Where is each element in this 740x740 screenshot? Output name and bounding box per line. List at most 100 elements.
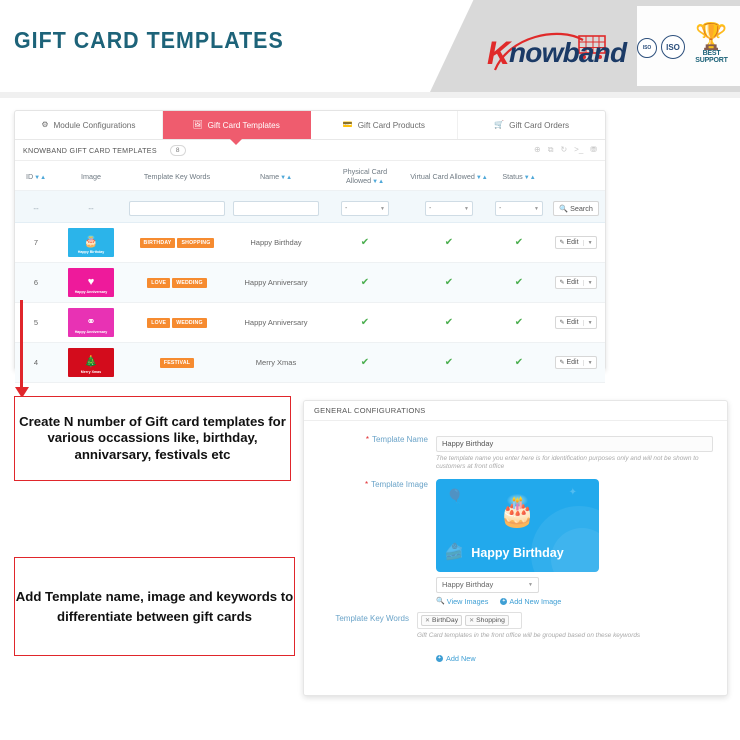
pencil-icon: ✎ [559,360,565,366]
field-template-keywords: Template Key Words ✕ BirthDay ✕ Shopping… [314,611,717,641]
template-image-select[interactable]: Happy Birthday ▼ [436,576,539,593]
certification-badges: ISO ISO 🏆 BEST SUPPORT [636,20,736,76]
chip-label: Shopping [476,616,505,624]
table-header-row: ID▼▲ Image Template Key Words Name▼▲ Phy… [15,161,605,191]
status-filter-select[interactable]: - ▼ [495,201,543,216]
plus-circle-icon: + [500,597,508,605]
add-new-image-link[interactable]: + Add New Image [500,597,561,606]
edit-button[interactable]: ✎ Edit ▼ [555,356,597,369]
template-keywords-label: Template Key Words [335,613,409,623]
virtual-filter-select[interactable]: - ▼ [425,201,473,216]
chevron-down-icon[interactable]: ▼ [582,319,593,326]
tab-module-configurations[interactable]: ⚙ Module Configurations [15,111,163,139]
add-icon[interactable]: ⊕ [534,146,541,154]
table-row[interactable]: 4 🎄 Merry Xmas FESTIVAL Merry Xmas ✔ ✔ ✔ [15,342,605,383]
keyword-tag: BIRTHDAY [139,238,176,248]
gear-icon: ⚙ [41,120,49,129]
config-card-body: *Template Name The template name you ent… [304,421,727,664]
christmas-tree-icon: 🎄 [84,356,98,368]
sort-icon: ▼▲ [523,174,536,181]
check-icon[interactable]: ✔ [361,277,369,288]
add-new-link[interactable]: + Add New [436,654,476,663]
best-support-label: BEST SUPPORT [695,50,728,64]
chevron-down-icon[interactable]: ▼ [582,239,593,246]
col-id[interactable]: ID▼▲ [15,161,57,191]
trophy-wreath-icon: 🏆 [695,21,728,51]
check-icon[interactable]: ✔ [515,237,523,248]
check-icon[interactable]: ✔ [445,277,453,288]
check-icon[interactable]: ✔ [445,317,453,328]
check-icon[interactable]: ✔ [515,317,523,328]
col-status[interactable]: Status▼▲ [491,161,547,191]
table-row[interactable]: 5 ⚭ Happy Anniversary LOVE WEDDING Happy … [15,302,605,343]
refresh-icon[interactable]: ↻ [560,146,567,154]
check-icon[interactable]: ✔ [361,357,369,368]
tab-label: Gift Card Products [357,120,426,130]
template-name-input[interactable] [436,435,713,452]
search-button[interactable]: 🔍 Search [553,200,599,216]
tab-gift-card-templates[interactable]: 🖼 Gift Card Templates [162,111,311,145]
cell-image: ♥ Happy Anniversary [57,262,125,303]
database-icon[interactable]: ⛃ [590,146,597,154]
iso-seal-1-icon: ISO [637,38,657,58]
keywords-filter-input[interactable] [129,201,225,216]
check-icon[interactable]: ✔ [361,317,369,328]
cell-actions: ✎ Edit ▼ [547,262,605,303]
physical-filter-select[interactable]: - ▼ [341,201,389,216]
console-icon[interactable]: >_ [574,146,583,154]
keyword-chip[interactable]: ✕ BirthDay [421,614,463,626]
page-title: GIFT CARD TEMPLATES [14,27,284,53]
logo-wordmark: nowband [509,37,627,68]
cell-id: 6 [15,262,57,303]
chevron-down-icon[interactable]: ▼ [582,279,593,286]
col-actions [547,161,605,191]
export-icon[interactable]: ⧉ [548,146,554,154]
table-row[interactable]: 6 ♥ Happy Anniversary LOVE WEDDING Happy … [15,262,605,303]
cell-status: ✔ [491,222,547,263]
tab-gift-card-products[interactable]: 💳 Gift Card Products [311,111,459,139]
gift-card-templates-card: ⚙ Module Configurations 🖼 Gift Card Temp… [14,110,606,383]
cell-virtual: ✔ [407,222,491,263]
cell-keywords: LOVE WEDDING [125,302,229,343]
search-button-label: Search [570,203,593,213]
view-images-link[interactable]: 🔍 View Images [436,597,488,606]
keyword-tag: WEDDING [172,318,207,328]
name-filter-input[interactable] [233,201,319,216]
chevron-down-icon[interactable]: ▼ [582,359,593,366]
thumbnail-label: Happy Birthday [77,250,105,254]
filter-status-cell: - ▼ [491,190,547,223]
edit-button[interactable]: ✎ Edit ▼ [555,276,597,289]
template-image-label: * Template Image [364,479,428,489]
col-physical-card-allowed[interactable]: Physical Card Allowed▼▲ [323,161,407,191]
plus-circle-icon: + [436,655,443,662]
check-icon[interactable]: ✔ [445,357,453,368]
keyword-tag: WEDDING [172,278,207,288]
cake-icon: 🎂 [84,236,98,248]
view-images-label: View Images [446,596,489,606]
template-thumbnail: 🎄 Merry Xmas [68,348,114,377]
edit-button[interactable]: ✎ Edit ▼ [555,236,597,249]
tab-gift-card-orders[interactable]: 🛒 Gift Card Orders [458,111,605,139]
remove-chip-icon[interactable]: ✕ [469,617,474,624]
check-icon[interactable]: ✔ [361,237,369,248]
tab-label: Gift Card Orders [509,120,570,130]
col-name[interactable]: Name▼▲ [229,161,323,191]
best-support-badge: 🏆 BEST SUPPORT [688,22,735,74]
panel-tool-group: ⊕ ⧉ ↻ >_ ⛃ [534,146,597,154]
cell-physical: ✔ [323,302,407,343]
chevron-down-icon: ▼ [380,205,385,212]
edit-button[interactable]: ✎ Edit ▼ [555,316,597,329]
col-virtual-card-allowed[interactable]: Virtual Card Allowed▼▲ [407,161,491,191]
table-row[interactable]: 7 🎂 Happy Birthday BIRTHDAY SHOPPING Happ… [15,222,605,263]
check-icon[interactable]: ✔ [445,237,453,248]
template-image-preview: 🎈 ✦ 🍰 🎂 Happy Birthday [436,478,599,572]
keywords-input-box[interactable]: ✕ BirthDay ✕ Shopping [417,611,522,629]
cell-name: Happy Anniversary [229,302,323,343]
select-value: - [499,205,502,212]
red-down-arrow-icon [14,300,29,398]
check-icon[interactable]: ✔ [515,357,523,368]
keyword-chip[interactable]: ✕ Shopping [465,614,509,626]
remove-chip-icon[interactable]: ✕ [425,617,430,624]
required-asterisk: * [365,435,369,444]
check-icon[interactable]: ✔ [515,277,523,288]
